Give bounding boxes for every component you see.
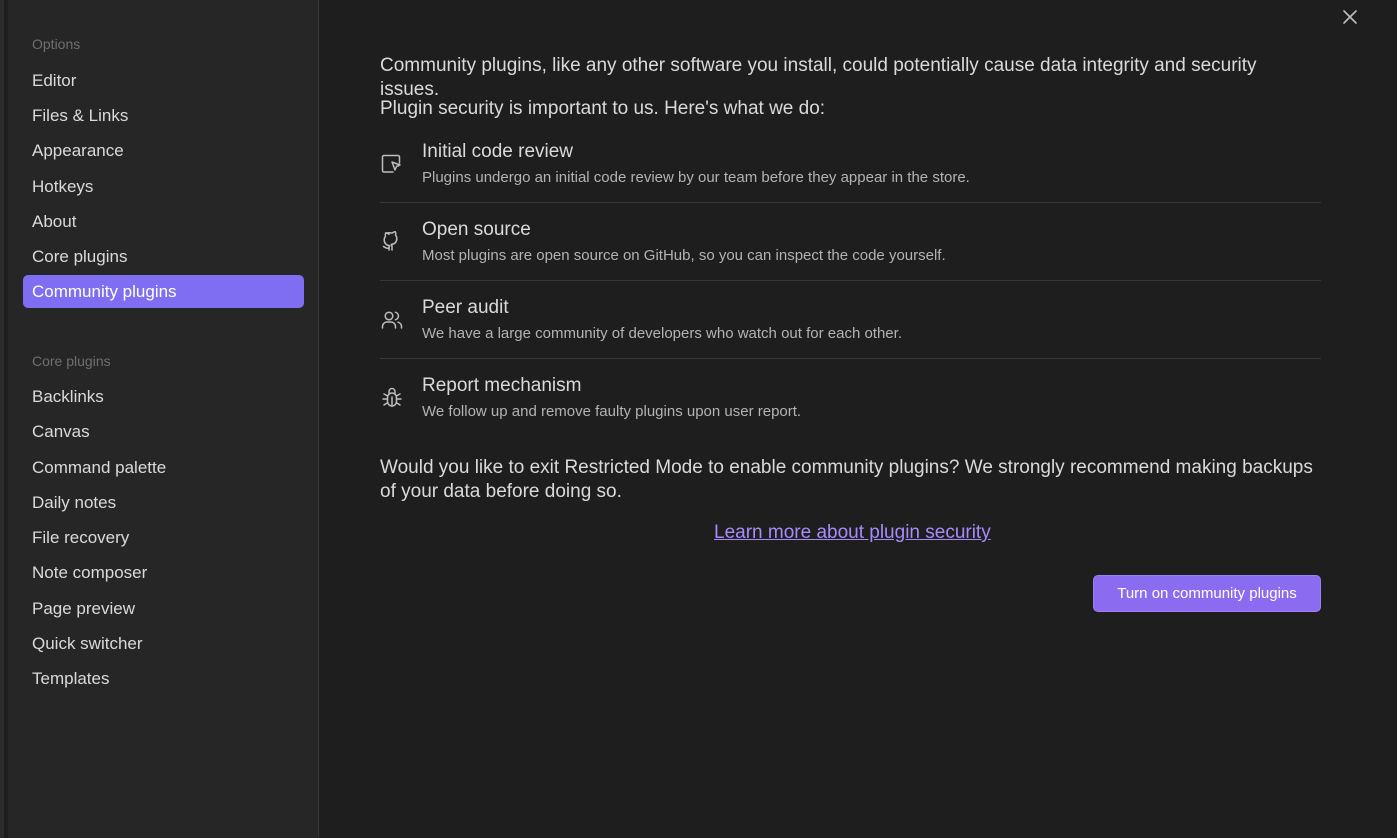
sidebar-item-note-composer[interactable]: Note composer <box>23 556 304 589</box>
feature-description: We have a large community of developers … <box>422 325 902 342</box>
settings-sidebar: Options Editor Files & Links Appearance … <box>8 0 319 838</box>
close-button[interactable] <box>1339 6 1361 28</box>
feature-initial-code-review: Initial code review Plugins undergo an i… <box>380 140 1321 203</box>
sidebar-item-core-plugins[interactable]: Core plugins <box>23 240 304 273</box>
feature-open-source: Open source Most plugins are open source… <box>380 218 1321 281</box>
sidebar-item-appearance[interactable]: Appearance <box>23 134 304 167</box>
learn-more-link[interactable]: Learn more about plugin security <box>714 521 991 545</box>
users-icon <box>381 311 403 329</box>
feature-peer-audit: Peer audit We have a large community of … <box>380 296 1321 359</box>
sidebar-item-canvas[interactable]: Canvas <box>23 415 304 448</box>
sidebar-item-files-links[interactable]: Files & Links <box>23 99 304 132</box>
feature-title: Report mechanism <box>422 375 582 396</box>
feature-title: Open source <box>422 219 531 240</box>
feature-description: Most plugins are open source on GitHub, … <box>422 247 946 264</box>
bug-icon <box>382 387 402 407</box>
sidebar-item-community-plugins[interactable]: Community plugins <box>23 275 304 308</box>
code-review-icon <box>381 154 401 173</box>
close-icon <box>1343 10 1357 24</box>
sidebar-item-backlinks[interactable]: Backlinks <box>23 380 304 413</box>
settings-modal: Options Editor Files & Links Appearance … <box>0 0 1397 838</box>
sidebar-item-quick-switcher[interactable]: Quick switcher <box>23 627 304 660</box>
intro-text: Community plugins, like any other softwa… <box>380 55 1257 100</box>
github-icon <box>382 231 398 251</box>
sidebar-section-core-plugins-title: Core plugins <box>32 353 111 369</box>
exit-restricted-mode-question: Would you like to exit Restricted Mode t… <box>380 457 1313 502</box>
sidebar-item-file-recovery[interactable]: File recovery <box>23 521 304 554</box>
sidebar-item-templates[interactable]: Templates <box>23 662 304 695</box>
security-heading: Plugin security is important to us. Here… <box>380 98 826 119</box>
sidebar-item-daily-notes[interactable]: Daily notes <box>23 486 304 519</box>
feature-description: We follow up and remove faulty plugins u… <box>422 403 802 420</box>
feature-report-mechanism: Report mechanism We follow up and remove… <box>380 374 1321 437</box>
sidebar-item-command-palette[interactable]: Command palette <box>23 451 304 484</box>
turn-on-community-plugins-button[interactable]: Turn on community plugins <box>1093 575 1321 612</box>
sidebar-item-page-preview[interactable]: Page preview <box>23 592 304 625</box>
feature-description: Plugins undergo an initial code review b… <box>422 169 970 186</box>
sidebar-item-editor[interactable]: Editor <box>23 64 304 97</box>
sidebar-item-about[interactable]: About <box>23 205 304 238</box>
feature-title: Peer audit <box>422 297 509 318</box>
sidebar-section-options-title: Options <box>32 36 81 52</box>
feature-title: Initial code review <box>422 141 574 162</box>
sidebar-item-hotkeys[interactable]: Hotkeys <box>23 170 304 203</box>
